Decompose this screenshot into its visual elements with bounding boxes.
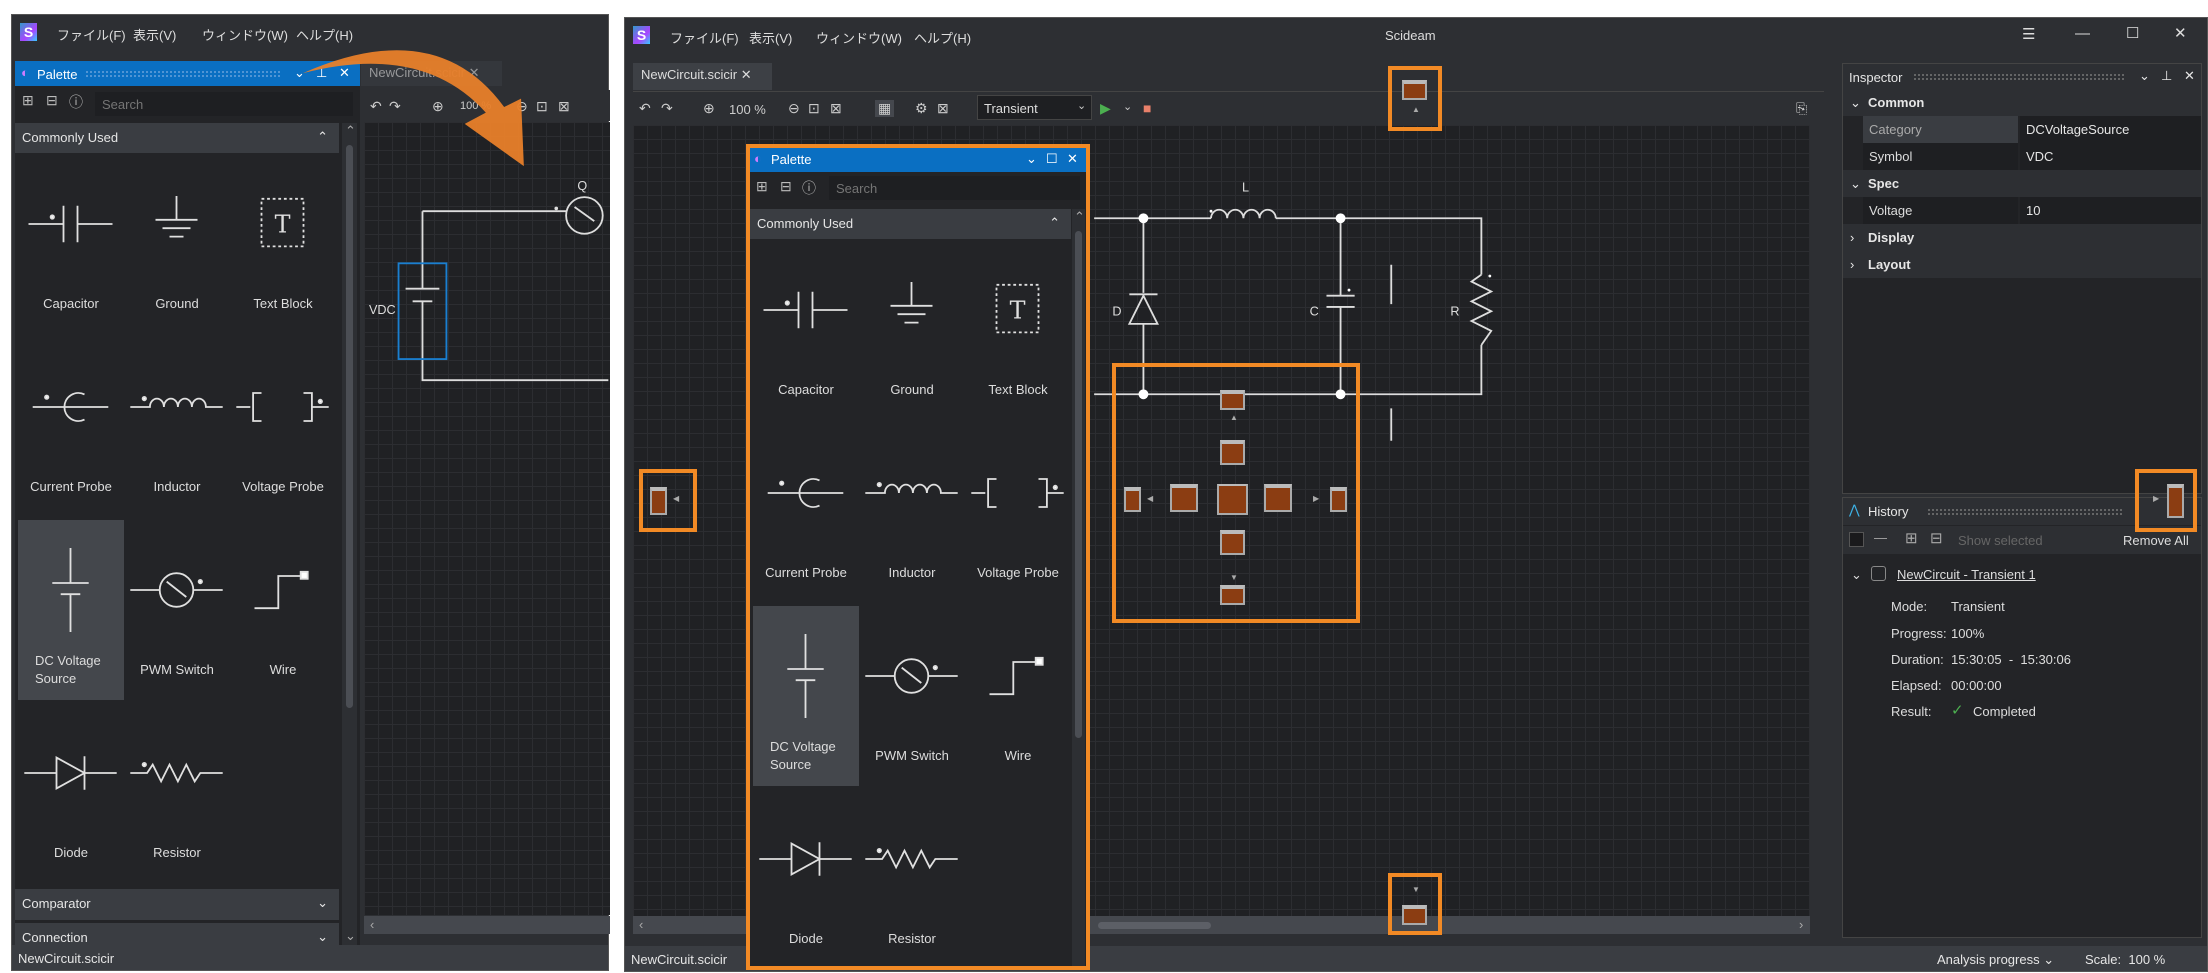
palette-item-label: Wire — [1004, 748, 1032, 763]
text-block-icon: T — [995, 283, 1040, 334]
diode-icon — [759, 842, 852, 876]
palette-item-label: Resistor — [888, 931, 936, 946]
dock-guide-right[interactable]: ▶ — [2135, 469, 2197, 532]
palette-item-wire[interactable]: Wire — [965, 606, 1071, 786]
category-commonly-used[interactable]: Commonly Used ⌃ — [750, 209, 1071, 239]
info-icon[interactable]: ⓘ — [802, 178, 816, 198]
palette-item-resistor[interactable]: Resistor — [859, 789, 965, 966]
palette-item-current-probe[interactable]: Current Probe — [753, 423, 859, 603]
palette-item-label: Diode — [789, 931, 823, 946]
palette-item-label: Current Probe — [765, 565, 847, 580]
maximize-icon[interactable]: ☐ — [1046, 151, 1058, 167]
palette-item-dc-voltage-source[interactable]: DC Voltage Source — [753, 606, 859, 786]
wire — [421, 210, 609, 382]
dock-guide-top[interactable]: ▲ — [1388, 66, 1442, 131]
voltage-probe-icon — [971, 478, 1064, 508]
resistor-icon — [865, 848, 958, 870]
source-label: VDC — [369, 303, 396, 317]
palette-item-label: Inductor — [888, 565, 936, 580]
switch-label: Q — [577, 179, 587, 193]
palette-item-capacitor[interactable]: Capacitor — [753, 240, 859, 420]
palette-item-inductor[interactable]: Inductor — [859, 423, 965, 603]
palette-item-voltage-probe[interactable]: Voltage Probe — [965, 423, 1071, 603]
floating-palette[interactable]: ◐ Palette ⌄ ☐ ✕ ⊞ ⊟ ⓘ Commonly Used ⌃ Capa… — [746, 144, 1090, 970]
diode-label: D — [1112, 304, 1121, 318]
ground-icon — [890, 282, 933, 324]
collapse-all-icon[interactable]: ⊟ — [780, 178, 792, 195]
dc-voltage-source-icon — [787, 634, 824, 718]
palette-item-label: PWM Switch — [875, 748, 949, 763]
palette-icon: ◐ — [754, 151, 762, 166]
capacitor-label: C — [1310, 304, 1319, 318]
resistor-label: R — [1450, 304, 1459, 318]
resistor-symbol — [1469, 273, 1494, 346]
wire-icon — [989, 656, 1044, 696]
inductor-icon — [865, 482, 958, 494]
left-circuit — [397, 196, 609, 382]
palette-scrollbar[interactable]: ⌃ — [1072, 209, 1085, 966]
dock-guide-center[interactable]: ▲ ◀ ▶ ▼ — [1112, 363, 1360, 623]
inductor-symbol — [1210, 208, 1277, 219]
inductor-label: L — [1242, 181, 1249, 195]
palette-item-label: Voltage Probe — [977, 565, 1059, 580]
palette-list: Commonly Used ⌃ Capacitor Ground T Text Block… — [750, 209, 1071, 966]
pwm-switch-symbol — [565, 196, 604, 235]
close-icon[interactable]: ✕ — [1067, 151, 1078, 167]
svg-text:T: T — [1010, 296, 1026, 324]
palette-item-diode[interactable]: Diode — [753, 789, 859, 966]
palette-item-pwm-switch[interactable]: PWM Switch — [859, 606, 965, 786]
palette-item-label: Capacitor — [778, 382, 834, 397]
palette-item-text-block[interactable]: T Text Block — [965, 240, 1071, 420]
palette-item-ground[interactable]: Ground — [859, 240, 965, 420]
palette-item-label: Ground — [890, 382, 934, 397]
category-label: Commonly Used — [757, 216, 854, 231]
capacitor-icon — [763, 291, 848, 329]
palette-item-label: Text Block — [988, 382, 1048, 397]
palette-item-label: DC Voltage Source — [770, 739, 836, 772]
chevron-down-icon[interactable]: ⌄ — [1026, 151, 1037, 167]
current-probe-icon — [767, 478, 844, 508]
palette-header[interactable]: ◐ Palette ⌄ ☐ ✕ — [750, 148, 1086, 172]
dock-guide-left[interactable]: ◀ — [639, 469, 697, 532]
palette-title: Palette — [771, 152, 812, 167]
palette-search-input[interactable] — [829, 176, 1080, 200]
pwm-switch-icon — [865, 658, 958, 694]
orange-arrow — [302, 50, 524, 167]
chevron-up-icon: ⌃ — [1049, 215, 1060, 230]
circuit-overlay: Q VDC L D C R — [302, 50, 1494, 441]
expand-all-icon[interactable]: ⊞ — [756, 178, 768, 195]
dock-guide-bottom[interactable]: ▼ — [1388, 873, 1442, 935]
